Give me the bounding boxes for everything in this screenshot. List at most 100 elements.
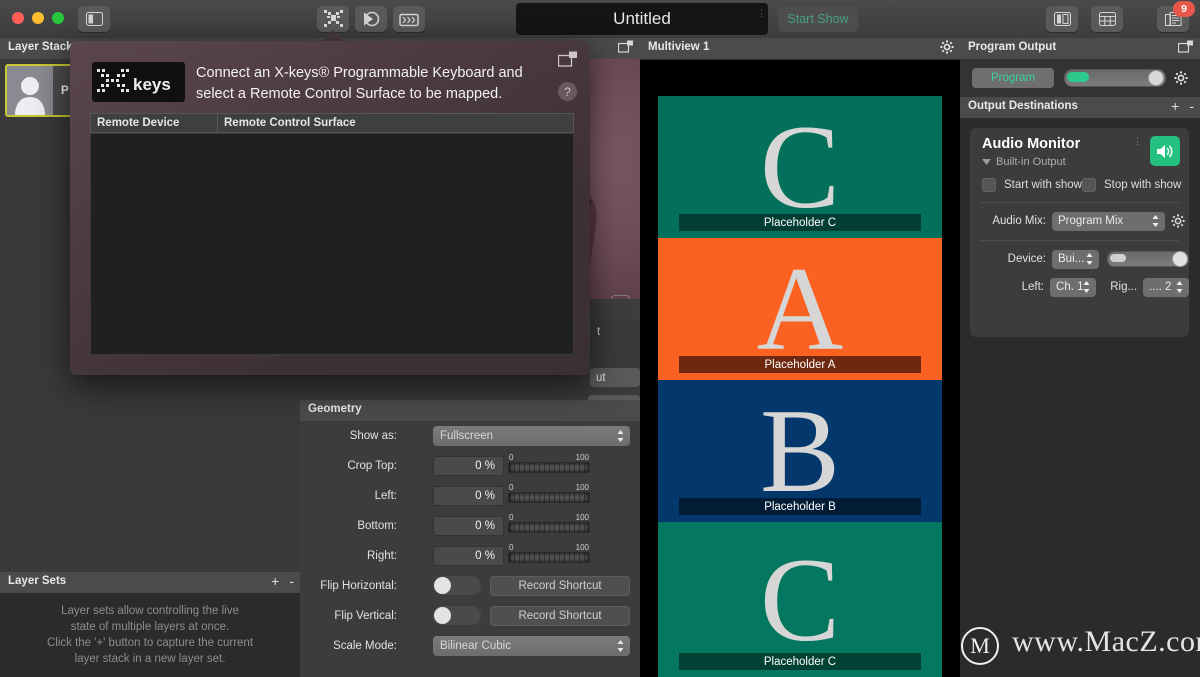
layers-button[interactable]: 9 — [1157, 1, 1195, 32]
partial-output-label: ut — [596, 371, 606, 384]
multiview-header: Multiview 1 — [640, 38, 960, 60]
stop-with-show-label: Stop with show — [1104, 179, 1182, 191]
flip-vertical-record-shortcut[interactable]: Record Shortcut — [490, 606, 630, 626]
crop-right-slider[interactable]: 0 100 — [508, 543, 590, 563]
close-button[interactable] — [12, 12, 24, 24]
help-button[interactable]: ? — [558, 82, 577, 101]
show-as-value: Fullscreen — [440, 430, 494, 442]
multiview-tile[interactable]: A Placeholder A — [658, 238, 942, 380]
multiview-title: Multiview 1 — [648, 41, 710, 53]
multiview-tile[interactable]: B Placeholder B — [658, 380, 942, 522]
disclosure-triangle-icon[interactable] — [982, 158, 991, 166]
remote-table-body[interactable] — [90, 133, 574, 355]
crop-top-label: Crop Top: — [347, 460, 397, 472]
device-label: Device: — [1007, 253, 1046, 265]
sidebar-toggle-button[interactable] — [78, 6, 110, 32]
chevron-updown-icon — [1083, 281, 1090, 293]
dialog-popout-button[interactable] — [557, 51, 578, 72]
window-controls — [12, 12, 64, 24]
crop-left-slider[interactable]: 0 100 — [508, 483, 590, 503]
audio-monitor-menu-handle[interactable]: ⋮ — [1133, 137, 1143, 146]
gear-icon[interactable] — [940, 40, 954, 54]
minimize-button[interactable] — [32, 12, 44, 24]
output-destinations-header: Output Destinations + - — [960, 97, 1200, 119]
multiview-panel: Multiview 1 C Placeholder C A Placeholder A… — [640, 38, 960, 677]
audio-mix-select[interactable]: Program Mix — [1052, 211, 1165, 231]
crop-top-slider[interactable]: 0 100 — [508, 453, 590, 473]
crop-right-field[interactable]: 0 % — [433, 546, 504, 566]
flip-horizontal-row: Flip Horizontal: Record Shortcut — [300, 576, 640, 606]
device-level-slider[interactable] — [1107, 251, 1189, 267]
device-value: Bui... — [1058, 253, 1085, 265]
flip-horizontal-toggle[interactable] — [433, 576, 481, 595]
show-as-select[interactable]: Fullscreen — [433, 426, 630, 446]
stop-with-show-checkbox[interactable] — [1082, 178, 1096, 192]
crop-top-field[interactable]: 0 % — [433, 456, 504, 476]
flip-horizontal-record-label: Record Shortcut — [518, 580, 602, 592]
start-show-button[interactable]: Start Show — [778, 6, 858, 32]
help-label: ? — [564, 84, 571, 99]
x-keys-button[interactable] — [317, 6, 349, 32]
scale-mode-label: Scale Mode: — [333, 640, 397, 652]
multiview-tile-caption: Placeholder C — [679, 214, 921, 231]
crop-bottom-field[interactable]: 0 % — [433, 516, 504, 536]
media-button[interactable] — [393, 6, 425, 32]
layer-row-name: P — [61, 84, 69, 97]
crop-left-row: Left: 0 % 0 100 — [300, 483, 640, 516]
gear-icon[interactable] — [1174, 71, 1188, 85]
program-button[interactable]: Program — [972, 68, 1054, 88]
crop-top-row: Crop Top: 0 % 0 100 — [300, 453, 640, 486]
partial-label-top: t — [597, 326, 601, 338]
crop-bottom-label: Bottom: — [357, 520, 397, 532]
left-channel-label: Left: — [1021, 281, 1045, 293]
device-select[interactable]: Bui... — [1052, 249, 1099, 269]
shortcut-button[interactable] — [355, 6, 387, 32]
multiview-tile-caption: Placeholder A — [679, 356, 921, 373]
right-sidebar-button[interactable] — [1046, 6, 1078, 32]
crop-left-label: Left: — [374, 490, 397, 502]
audio-mix-row: Audio Mix: Program Mix — [970, 210, 1189, 232]
flip-vertical-label: Flip Vertical: — [334, 610, 397, 622]
device-row: Device: Bui... — [970, 248, 1189, 270]
program-volume-slider[interactable] — [1064, 69, 1166, 87]
chevron-updown-icon — [1152, 215, 1159, 227]
partial-output-button[interactable]: ut — [590, 368, 640, 387]
speaker-icon — [1157, 144, 1173, 158]
left-channel-select[interactable]: Ch. 1 — [1050, 277, 1096, 297]
start-with-show-checkbox[interactable] — [982, 178, 996, 192]
geometry-body: Show as: Fullscreen Crop Top: 0 % 0 100 L… — [300, 421, 640, 677]
right-channel-value: .... 2 — [1149, 281, 1172, 293]
document-title-field[interactable]: Untitled ⋮ — [516, 3, 768, 35]
x-keys-dialog[interactable]: keys Connect an X-keys® Programmable Key… — [70, 41, 590, 375]
audio-monitor-card[interactable]: Audio Monitor Built-in Output ⋮ Start wi… — [970, 128, 1189, 337]
audio-monitor-device-label: Built-in Output — [996, 156, 1066, 168]
right-channel-select[interactable]: .... 2 — [1143, 277, 1189, 297]
left-channel-value: Ch. 1 — [1056, 281, 1084, 293]
crop-left-field[interactable]: 0 % — [433, 486, 504, 506]
app-window: Untitled ⋮ Start Show 9 Layer Stack P La… — [0, 0, 1200, 677]
popout-icon[interactable] — [1178, 40, 1194, 53]
audio-monitor-mute-button[interactable] — [1150, 136, 1180, 166]
chevron-updown-icon — [1176, 281, 1183, 293]
crop-bottom-slider[interactable]: 0 100 — [508, 513, 590, 533]
right-sidebar-icon — [1053, 12, 1071, 26]
crop-left-slider-min: 0 — [509, 483, 514, 492]
program-output-title: Program Output — [968, 41, 1057, 53]
gear-icon[interactable] — [1171, 214, 1185, 228]
title-drag-handle[interactable]: ⋮ — [757, 9, 766, 18]
x-keys-logo-icon: keys — [96, 69, 170, 94]
flip-horizontal-record-shortcut[interactable]: Record Shortcut — [490, 576, 630, 596]
grid-layout-button[interactable] — [1091, 6, 1123, 32]
scale-mode-select[interactable]: Bilinear Cubic — [433, 636, 630, 656]
flip-vertical-toggle[interactable] — [433, 606, 481, 625]
multiview-tile[interactable]: C Placeholder C — [658, 96, 942, 238]
multiview-tile[interactable]: C Placeholder C — [658, 522, 942, 677]
zoom-button[interactable] — [52, 12, 64, 24]
crop-top-slider-min: 0 — [509, 453, 514, 462]
show-as-row: Show as: Fullscreen — [300, 426, 640, 456]
output-destinations-add-button[interactable]: + — [1171, 99, 1179, 113]
watermark-logo: M — [961, 627, 999, 665]
crop-right-slider-min: 0 — [509, 543, 514, 552]
output-destinations-remove-button[interactable]: - — [1189, 99, 1194, 113]
stop-with-show-row[interactable]: Stop with show — [1082, 178, 1192, 192]
